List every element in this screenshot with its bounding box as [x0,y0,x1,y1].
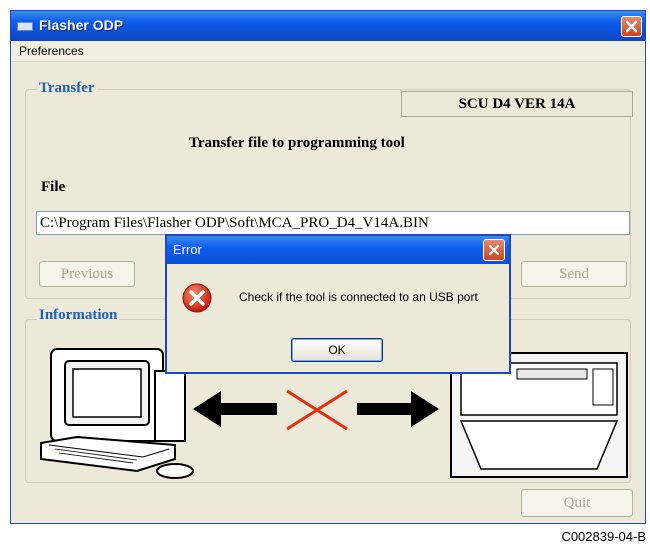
window-title: Flasher ODP [39,17,124,33]
menu-preferences[interactable]: Preferences [19,44,84,58]
quit-button[interactable]: Quit [521,489,633,517]
previous-button[interactable]: Previous [39,261,135,287]
ok-button[interactable]: OK [291,338,383,362]
information-legend: Information [37,307,120,324]
transfer-legend: Transfer [37,80,97,97]
error-dialog-close-button[interactable] [483,239,505,261]
error-dialog-title-bar[interactable]: Error [167,236,509,264]
title-bar[interactable]: Flasher ODP [11,11,645,41]
error-dialog: Error Check if the tool is connected to … [165,234,511,374]
figure-caption: C002839-04-B [561,529,646,544]
error-message: Check if the tool is connected to an USB… [239,290,478,304]
app-icon [17,22,33,31]
close-icon [488,244,500,256]
version-label: SCU D4 VER 14A [401,91,633,117]
error-icon [182,283,212,313]
file-label: File [41,179,66,195]
close-icon [625,20,638,33]
menu-bar: Preferences [11,41,645,62]
transfer-heading: Transfer file to programming tool [189,135,405,151]
error-dialog-title: Error [173,242,202,257]
file-path-field[interactable]: C:\Program Files\Flasher ODP\Soft\MCA_PR… [36,211,630,235]
close-button[interactable] [621,16,642,37]
arrows-with-red-cross-icon [193,389,439,431]
send-button[interactable]: Send [521,261,627,287]
